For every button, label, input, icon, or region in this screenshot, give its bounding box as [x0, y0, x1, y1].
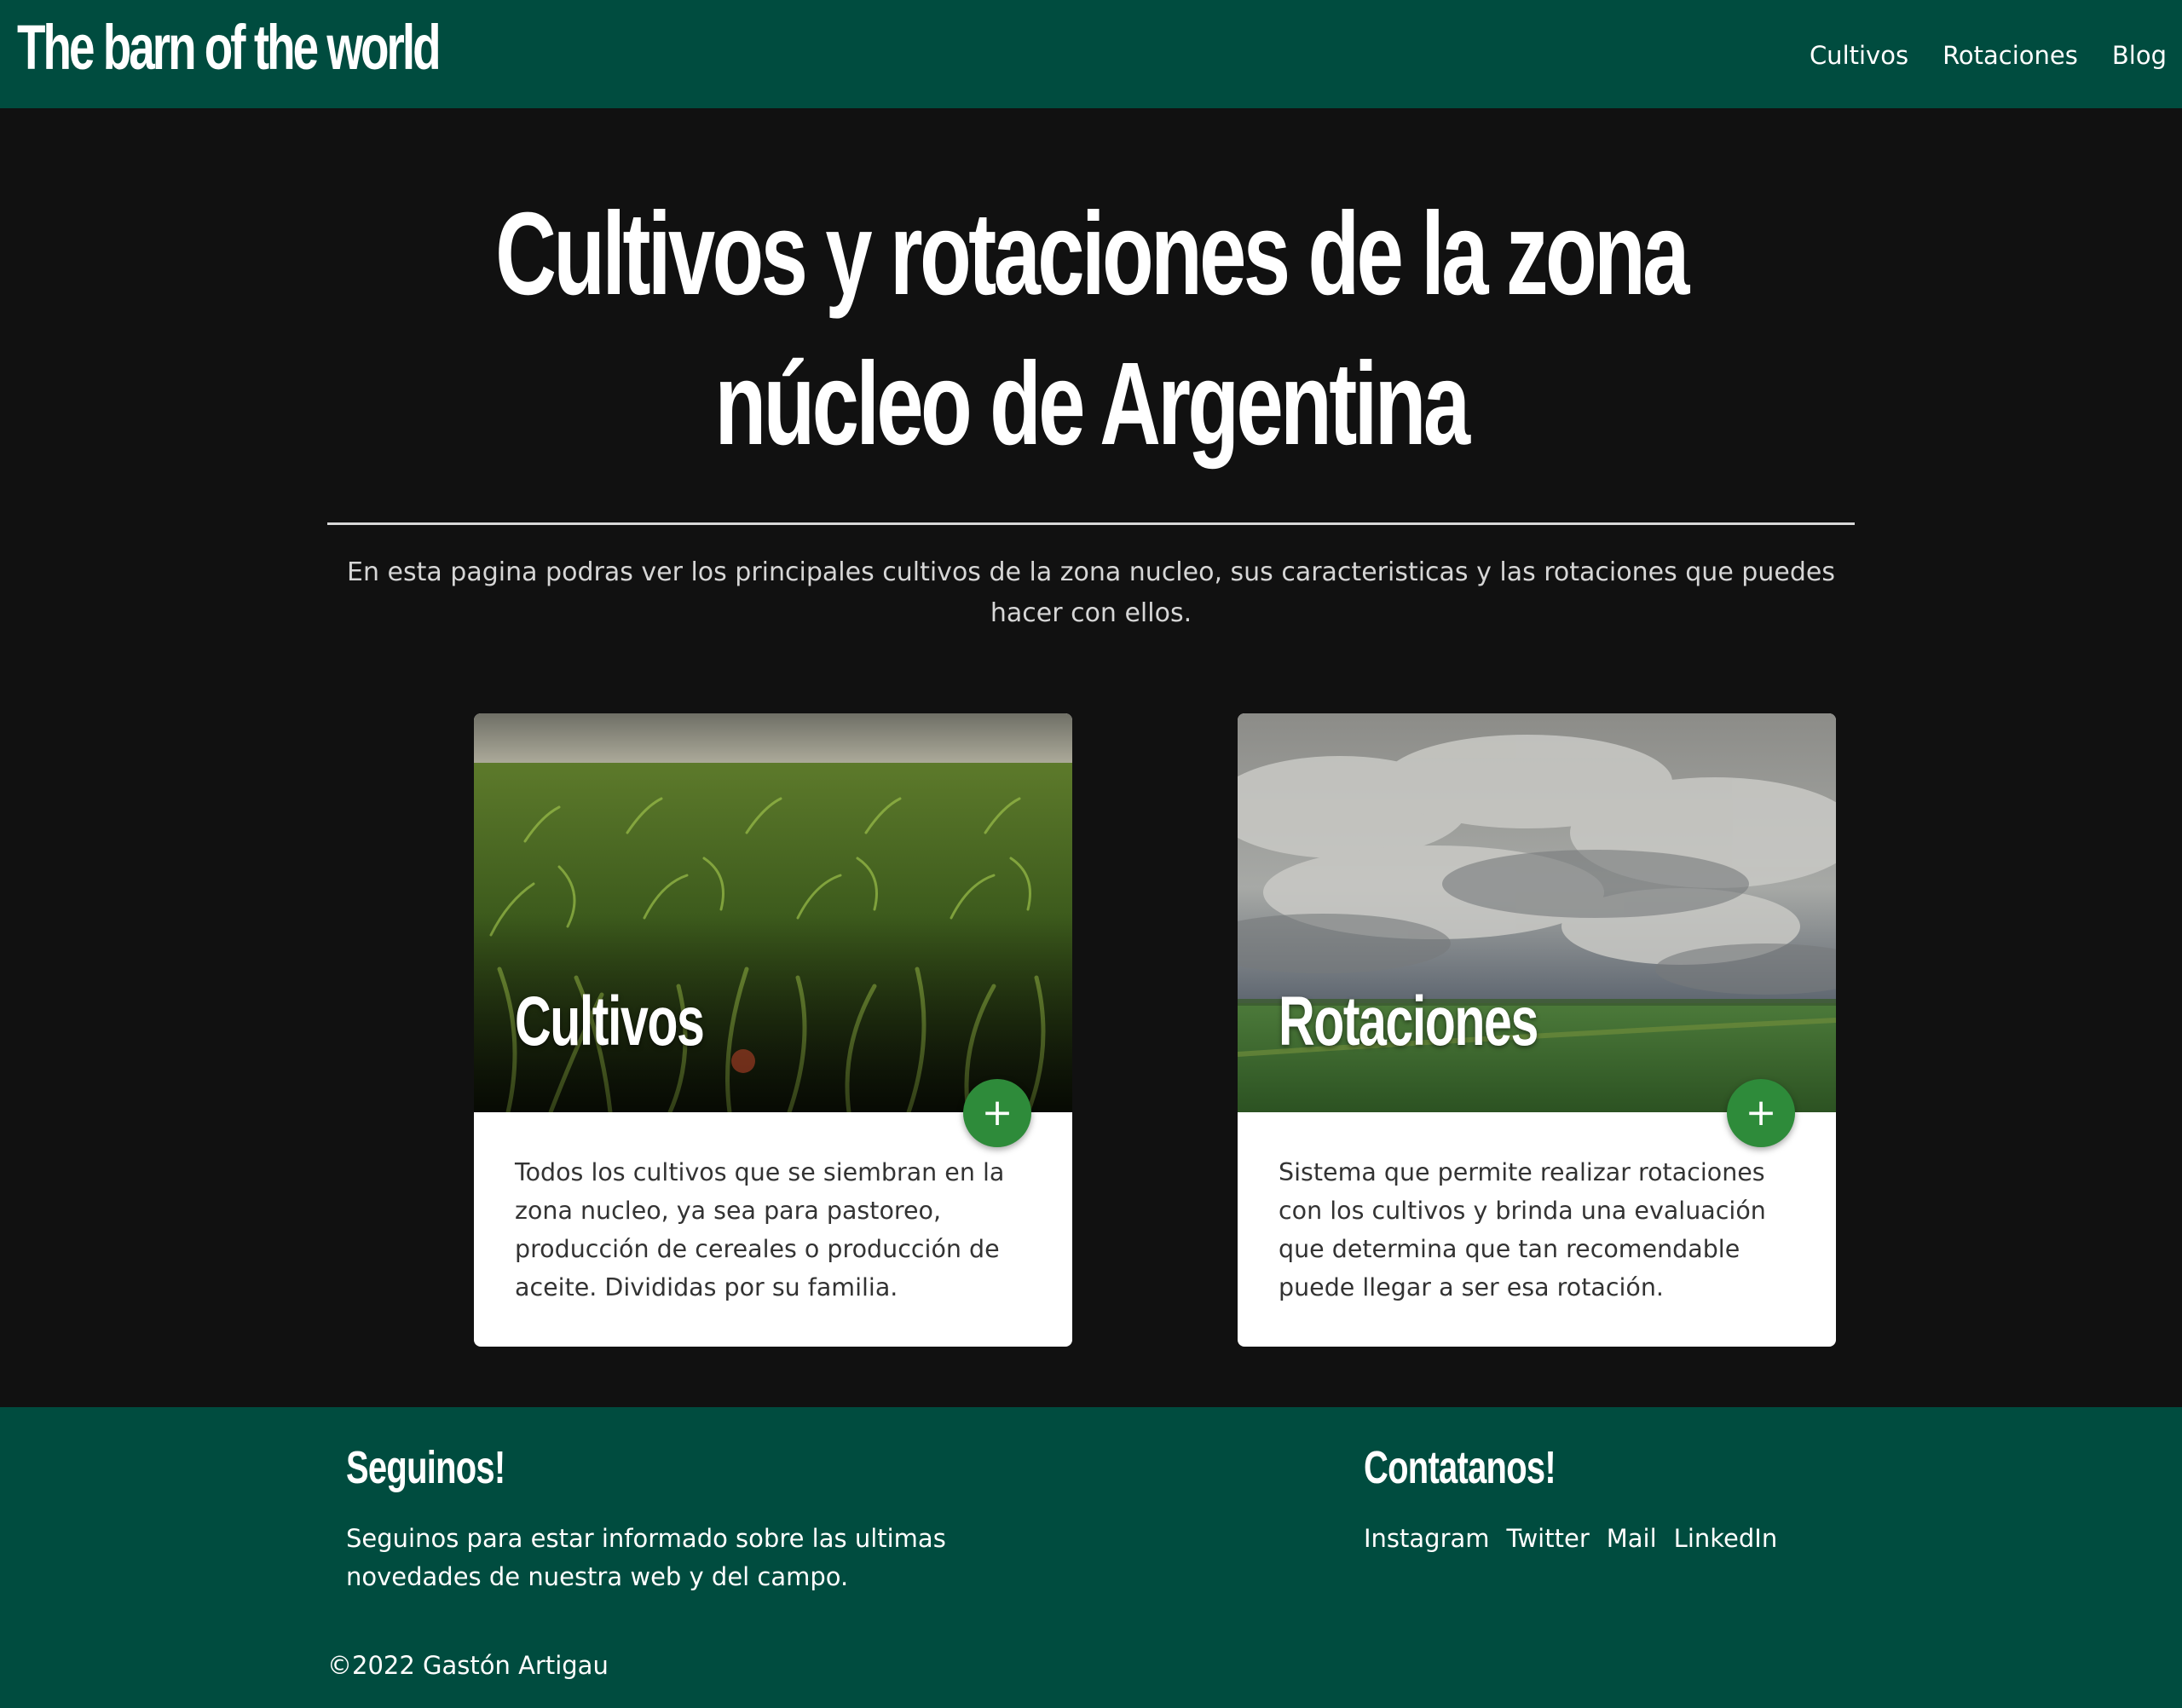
footer-contact-heading: Contatanos!: [1364, 1442, 1556, 1493]
nav-links: Cultivos Rotaciones Blog: [1810, 32, 2167, 78]
social-link-mail[interactable]: Mail: [1607, 1520, 1657, 1558]
social-link-twitter[interactable]: Twitter: [1507, 1520, 1590, 1558]
card-cultivos-title: Cultivos: [515, 983, 705, 1060]
plus-icon: +: [1745, 1091, 1777, 1134]
page-title-line-2: núcleo de Argentina: [714, 338, 1470, 470]
card-rotaciones-text: Sistema que permite realizar rotaciones …: [1279, 1158, 1766, 1301]
social-link-instagram[interactable]: Instagram: [1364, 1520, 1490, 1558]
hero-description: En esta pagina podras ver los principale…: [347, 557, 1835, 628]
card-cultivos-text: Todos los cultivos que se siembran en la…: [515, 1158, 1005, 1301]
brand-logo[interactable]: The barn of the world: [17, 5, 442, 90]
page-title-line-1: Cultivos y rotaciones de la zona: [495, 188, 1689, 320]
card-rotaciones-title: Rotaciones: [1279, 983, 1538, 1060]
nav-link-blog[interactable]: Blog: [2112, 32, 2167, 78]
nav-link-rotaciones[interactable]: Rotaciones: [1942, 32, 2078, 78]
social-link-linkedin[interactable]: LinkedIn: [1674, 1520, 1778, 1558]
nav-link-cultivos[interactable]: Cultivos: [1810, 32, 1908, 78]
footer-follow-text: Seguinos para estar informado sobre las …: [346, 1524, 946, 1591]
card-cultivos-expand-button[interactable]: +: [963, 1079, 1031, 1147]
hero-divider: [327, 522, 1855, 525]
card-rotaciones: Rotaciones + Sistema que permite realiza…: [1238, 713, 1836, 1347]
plus-icon: +: [981, 1091, 1013, 1134]
footer-follow-heading: Seguinos!: [346, 1442, 505, 1493]
page-title: Cultivos y rotaciones de la zona núcleo …: [239, 179, 1943, 479]
card-cultivos: Cultivos + Todos los cultivos que se sie…: [474, 713, 1072, 1347]
copyright: ©2022 Gastón Artigau: [327, 1651, 609, 1680]
card-rotaciones-expand-button[interactable]: +: [1727, 1079, 1795, 1147]
social-links: Instagram Twitter Mail LinkedIn: [1364, 1520, 1777, 1558]
navbar: The barn of the world Cultivos Rotacione…: [0, 0, 2182, 108]
